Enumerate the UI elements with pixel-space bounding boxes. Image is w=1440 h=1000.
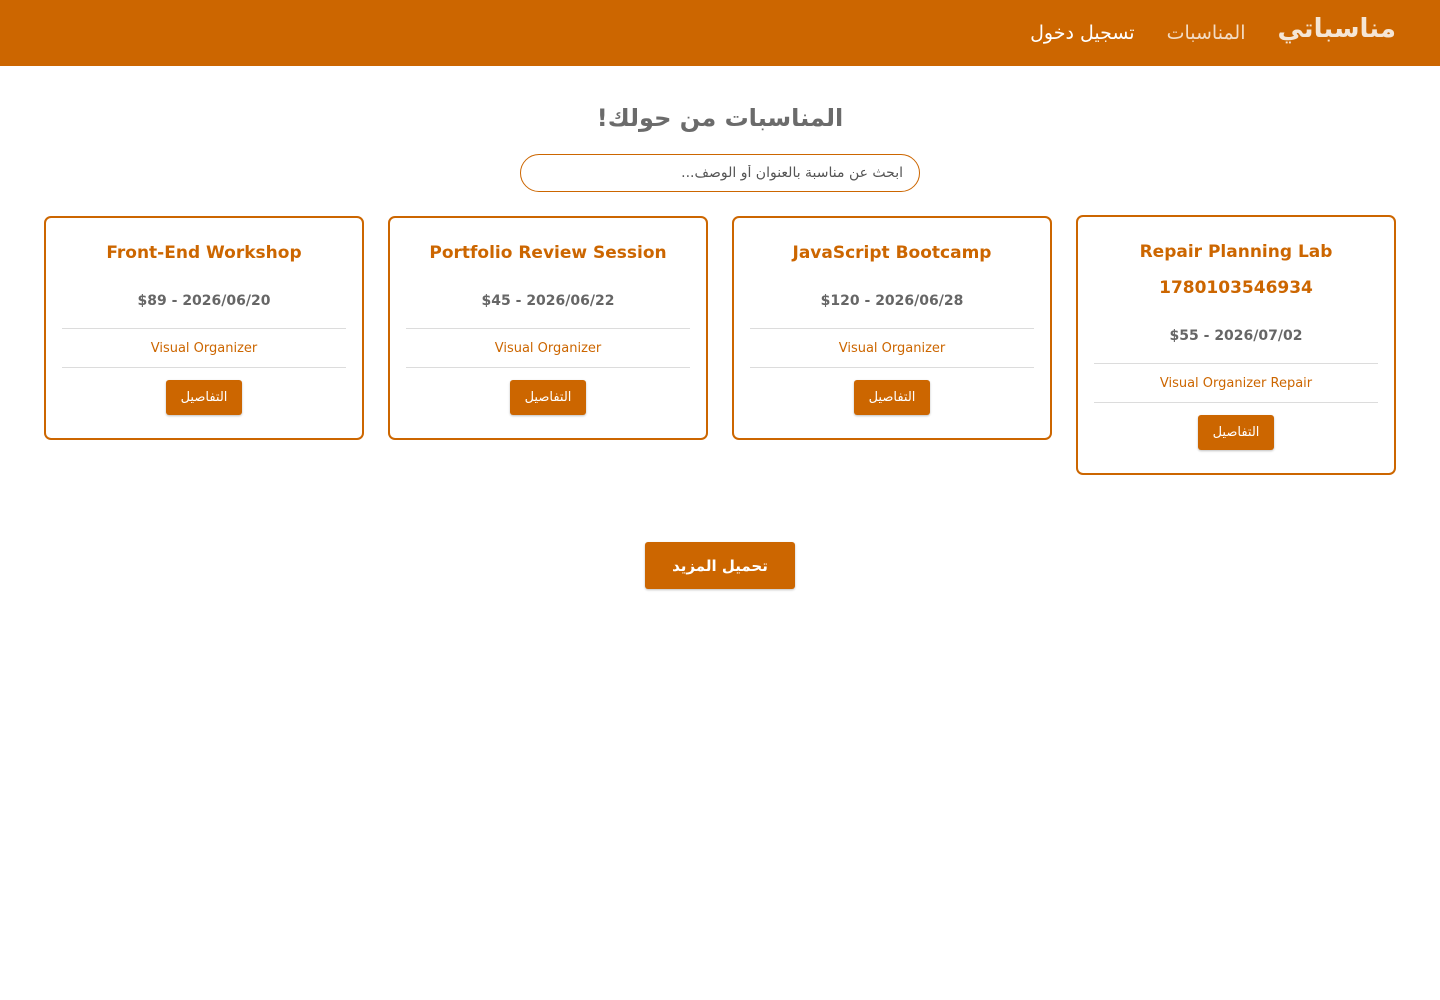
- event-date-price: 2026/06/22 - $45: [481, 293, 615, 309]
- search-input[interactable]: [520, 154, 920, 192]
- page-title: المناسبات من حولك!: [596, 104, 844, 132]
- card-divider: [406, 367, 690, 368]
- card-divider: [750, 367, 1034, 368]
- event-card-portfolio-review-session: Portfolio Review Session 2026/06/22 - $4…: [388, 216, 708, 440]
- event-organizer: Visual Organizer: [838, 341, 946, 356]
- details-button[interactable]: التفاصيل: [1198, 415, 1274, 450]
- event-organizer: Visual Organizer: [150, 341, 258, 356]
- event-card-front-end-workshop: Front-End Workshop 2026/06/20 - $89 Visu…: [44, 216, 364, 440]
- top-navbar: مناسباتي المناسبات تسجيل دخول: [0, 0, 1440, 66]
- brand-logo[interactable]: مناسباتي: [1278, 16, 1397, 42]
- event-subtitle: 1780103546934: [1159, 278, 1313, 298]
- event-date-price: 2026/07/02 - $55: [1169, 328, 1303, 344]
- nav-link-events[interactable]: المناسبات: [1167, 23, 1246, 43]
- event-title: Portfolio Review Session: [429, 243, 667, 263]
- event-title: Front-End Workshop: [106, 243, 302, 263]
- card-divider: [62, 367, 346, 368]
- details-button[interactable]: التفاصيل: [510, 380, 586, 415]
- event-card-repair-planning-lab: Repair Planning Lab 1780103546934 2026/0…: [1076, 215, 1396, 475]
- event-organizer: Visual Organizer Repair: [1159, 376, 1313, 391]
- event-date-price: 2026/06/28 - $120: [820, 293, 964, 309]
- event-date-price: 2026/06/20 - $89: [137, 293, 271, 309]
- event-card-javascript-bootcamp: JavaScript Bootcamp 2026/06/28 - $120 Vi…: [732, 216, 1052, 440]
- card-divider: [1094, 402, 1378, 403]
- details-button[interactable]: التفاصيل: [854, 380, 930, 415]
- event-title: Repair Planning Lab: [1139, 242, 1333, 262]
- event-organizer: Visual Organizer: [494, 341, 602, 356]
- event-title: JavaScript Bootcamp: [792, 243, 992, 263]
- load-more-button[interactable]: تحميل المزيد: [645, 542, 795, 589]
- details-button[interactable]: التفاصيل: [166, 380, 242, 415]
- nav-link-login[interactable]: تسجيل دخول: [1030, 23, 1135, 43]
